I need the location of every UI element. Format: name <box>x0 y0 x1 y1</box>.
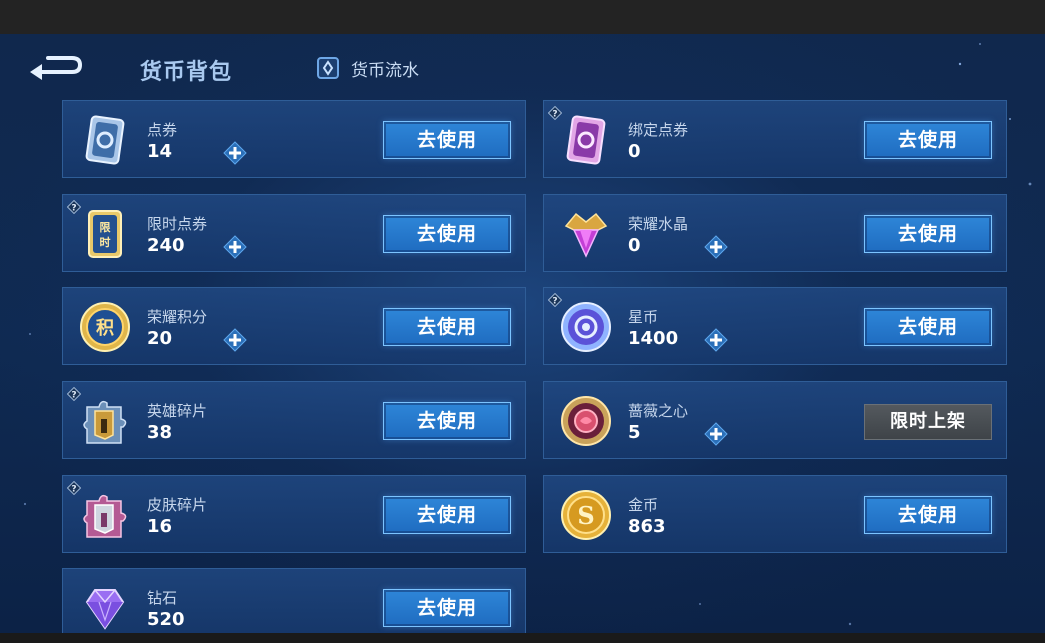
page-title: 货币背包 <box>140 60 233 85</box>
currency-card: ? 限时限时点券 240 去使用 <box>62 194 526 272</box>
use-button[interactable]: 去使用 <box>383 121 511 159</box>
currency-count: 14 <box>147 141 173 162</box>
bottom-strip <box>0 633 1045 643</box>
back-arrow-icon <box>30 56 83 80</box>
use-button[interactable]: 去使用 <box>383 215 511 253</box>
plus-icon <box>223 235 247 263</box>
currency-count: 863 <box>628 516 666 537</box>
currency-name: 蔷薇之心 <box>628 402 689 420</box>
currency-count: 38 <box>147 422 173 443</box>
diamond-icon <box>77 580 133 633</box>
currency-card: 蔷薇之心 5 限时上架 <box>543 381 1007 459</box>
currency-card: 点券 14 去使用 <box>62 100 526 178</box>
gold-coin-icon: S <box>558 487 614 543</box>
currency-name: 荣耀积分 <box>147 308 208 326</box>
ticket-flow-icon <box>317 57 339 79</box>
currency-name: 绑定点券 <box>628 121 689 139</box>
use-button[interactable]: 去使用 <box>383 402 511 440</box>
use-button[interactable]: 去使用 <box>383 308 511 346</box>
currency-name: 皮肤碎片 <box>147 496 208 514</box>
currency-name: 点券 <box>147 121 178 139</box>
currency-card: 钻石 520 去使用 <box>62 568 526 633</box>
currency-bag-screen: 货币背包 货币流水 点券 14 去使用? 绑定点券 0 去使用? 限时限时点券 240 去使用荣… <box>0 34 1045 633</box>
device-status-bar <box>0 0 1045 34</box>
currency-count: 5 <box>628 422 641 443</box>
currency-count: 240 <box>147 235 185 256</box>
currency-count: 1400 <box>628 328 679 349</box>
svg-text:?: ? <box>71 204 76 214</box>
currency-name: 限时点券 <box>147 215 208 233</box>
currency-name: 钻石 <box>147 589 178 607</box>
star-coin-icon <box>558 299 614 355</box>
svg-text:?: ? <box>71 391 76 401</box>
svg-text:时: 时 <box>100 235 111 249</box>
use-button[interactable]: 去使用 <box>864 121 992 159</box>
add-currency-button[interactable] <box>704 422 728 446</box>
add-currency-button[interactable] <box>704 235 728 259</box>
currency-name: 金币 <box>628 496 659 514</box>
plus-icon <box>223 328 247 356</box>
use-button[interactable]: 去使用 <box>864 308 992 346</box>
currency-card: ? 绑定点券 0 去使用 <box>543 100 1007 178</box>
currency-count: 16 <box>147 516 173 537</box>
add-currency-button[interactable] <box>223 235 247 259</box>
currency-card: ? 星币 1400 去使用 <box>543 287 1007 365</box>
currency-card: S 金币 863 去使用 <box>543 475 1007 553</box>
glory-crystal-icon <box>558 206 614 262</box>
currency-count: 520 <box>147 609 185 630</box>
svg-text:?: ? <box>71 485 76 495</box>
back-button[interactable] <box>26 48 84 84</box>
currency-flow-tab[interactable]: 货币流水 <box>315 54 419 82</box>
currency-card: ? 皮肤碎片 16 去使用 <box>62 475 526 553</box>
svg-text:积: 积 <box>96 318 114 339</box>
ticket-card-icon <box>77 112 133 168</box>
currency-flow-label: 货币流水 <box>351 60 419 81</box>
use-button[interactable]: 去使用 <box>383 496 511 534</box>
add-currency-button[interactable] <box>223 141 247 165</box>
use-button[interactable]: 去使用 <box>864 496 992 534</box>
currency-card: 荣耀水晶 0 去使用 <box>543 194 1007 272</box>
currency-count: 20 <box>147 328 173 349</box>
glory-points-coin-icon: 积 <box>77 299 133 355</box>
currency-name: 荣耀水晶 <box>628 215 689 233</box>
currency-name: 星币 <box>628 308 659 326</box>
skin-fragment-icon <box>77 487 133 543</box>
add-currency-button[interactable] <box>223 328 247 352</box>
hero-fragment-icon <box>77 393 133 449</box>
currency-card: 积 荣耀积分 20 去使用 <box>62 287 526 365</box>
bound-ticket-card-icon <box>558 112 614 168</box>
currency-name: 英雄碎片 <box>147 402 208 420</box>
use-button[interactable]: 去使用 <box>383 589 511 627</box>
use-button[interactable]: 去使用 <box>864 215 992 253</box>
plus-icon <box>223 141 247 169</box>
svg-text:限: 限 <box>100 220 111 234</box>
svg-text:S: S <box>577 501 594 530</box>
plus-icon <box>704 328 728 356</box>
add-currency-button[interactable] <box>704 328 728 352</box>
currency-count: 0 <box>628 235 641 256</box>
svg-text:?: ? <box>552 297 557 307</box>
svg-text:?: ? <box>552 110 557 120</box>
plus-icon <box>704 235 728 263</box>
currency-count: 0 <box>628 141 641 162</box>
currency-card: ? 英雄碎片 38 去使用 <box>62 381 526 459</box>
rose-heart-icon <box>558 393 614 449</box>
limited-time-button[interactable]: 限时上架 <box>864 404 992 440</box>
plus-icon <box>704 422 728 450</box>
limited-ticket-icon: 限时 <box>77 206 133 262</box>
